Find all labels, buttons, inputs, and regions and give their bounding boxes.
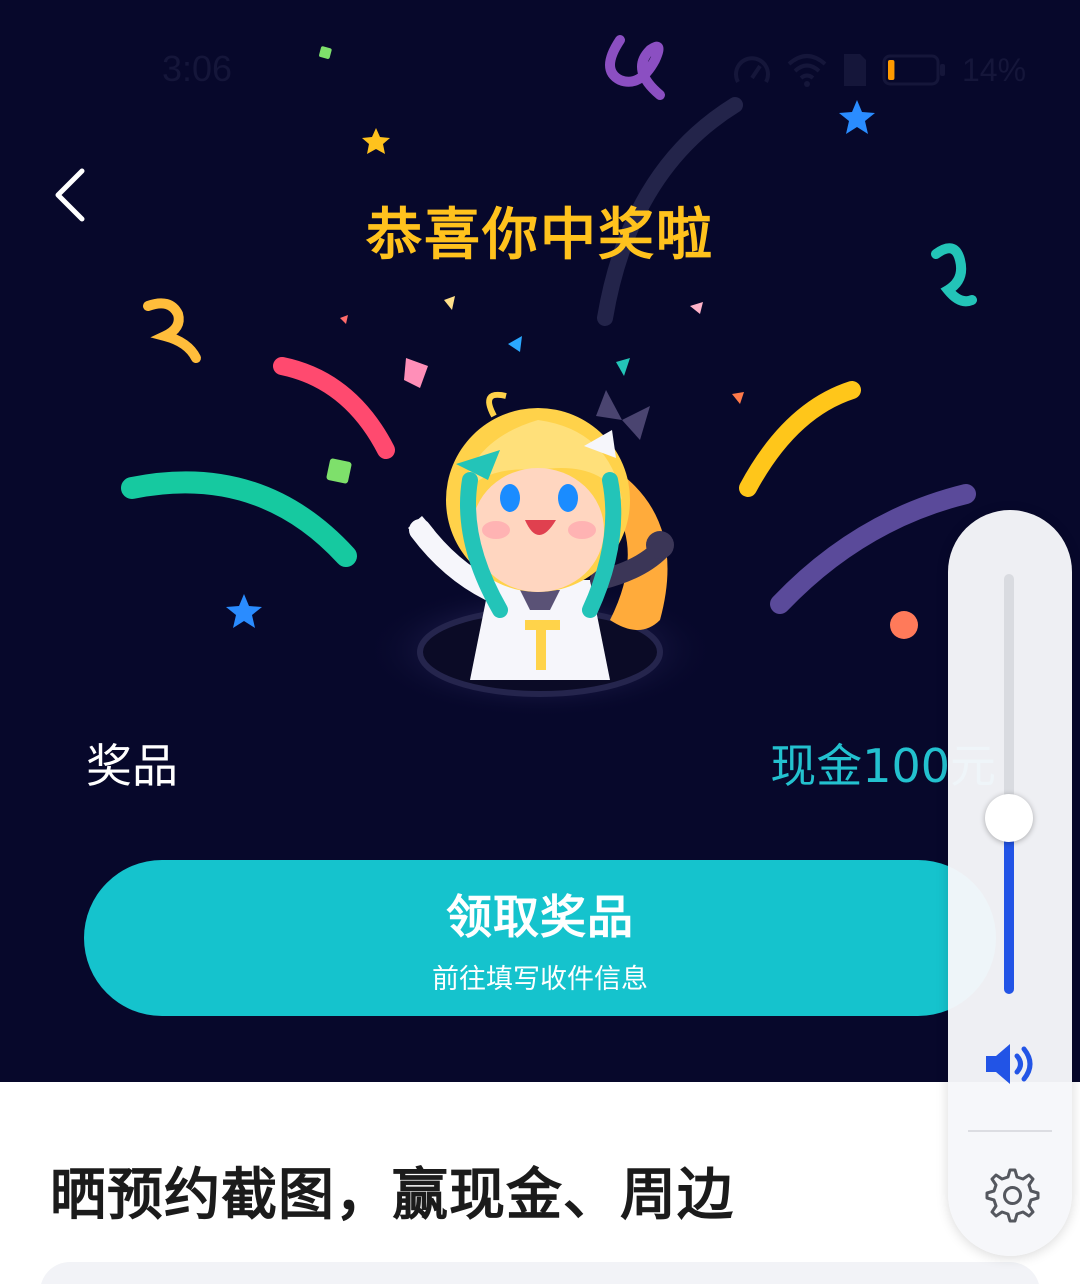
claim-prize-button[interactable]: 领取奖品 前往填写收件信息 (84, 860, 996, 1016)
prize-hero: 3:06 14% 恭喜你中奖啦 奖品 现金100元 领取奖品 前往填写收件信息 (0, 0, 1080, 1082)
speed-icon (734, 56, 770, 83)
wifi-icon (787, 54, 827, 87)
status-bar: 3:06 14% (0, 40, 1080, 100)
volume-slider-handle[interactable] (985, 793, 1033, 842)
battery-percent: 14% (962, 51, 1027, 88)
status-time: 3:06 (162, 48, 233, 89)
claim-prize-label: 领取奖品 (446, 889, 634, 944)
speaker-icon[interactable] (982, 1040, 1038, 1088)
battery-icon (882, 54, 945, 86)
volume-divider (968, 1130, 1052, 1132)
gear-icon[interactable] (980, 1164, 1040, 1224)
status-icons: 14% (732, 50, 1026, 90)
claim-prize-sublabel: 前往填写收件信息 (432, 963, 648, 995)
volume-panel (948, 510, 1072, 1256)
promo-card[interactable] (40, 1262, 1040, 1284)
promo-section: 晒预约截图，赢现金、周边 (0, 1082, 1080, 1284)
page-title: 恭喜你中奖啦 (366, 203, 714, 268)
promo-title: 晒预约截图，赢现金、周边 (50, 1163, 734, 1228)
volume-slider-fill (1004, 817, 1014, 994)
prize-label: 奖品 (86, 739, 178, 793)
sim-icon (844, 54, 866, 86)
mascot-illustration (365, 390, 715, 718)
